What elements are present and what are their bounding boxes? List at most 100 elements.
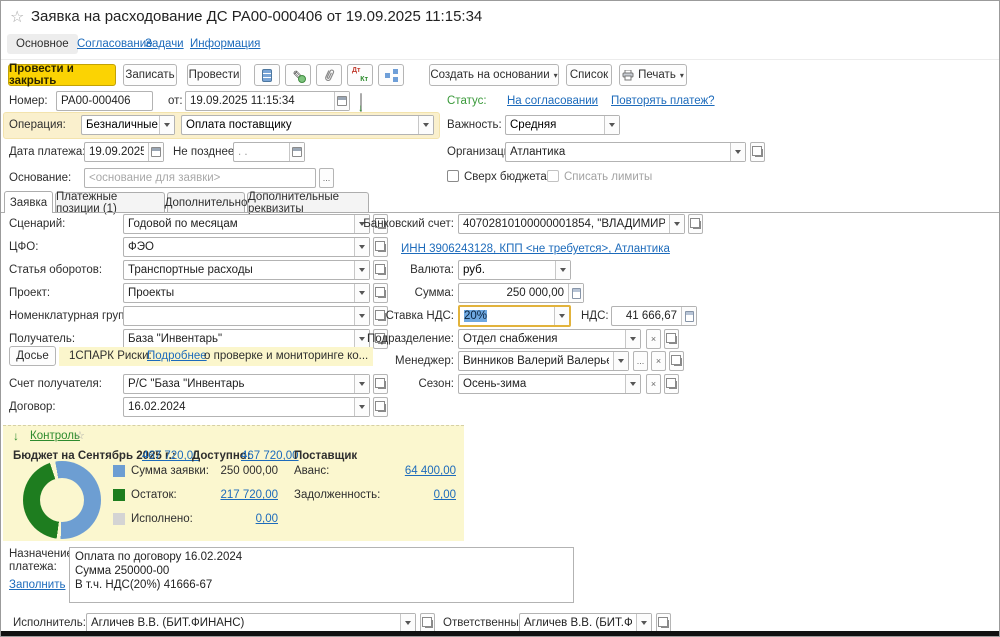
executor-input[interactable]	[87, 617, 400, 629]
payment-date-input[interactable]	[85, 146, 148, 158]
dropdown-button[interactable]	[354, 238, 369, 256]
open-responsible-button[interactable]	[656, 613, 671, 633]
responsible-field[interactable]	[519, 613, 652, 633]
fill-purpose-link[interactable]: Заполнить	[9, 579, 65, 591]
document-register-button[interactable]	[254, 64, 280, 86]
datetime-field[interactable]	[185, 91, 350, 111]
post-and-close-button[interactable]: Провести и закрыть	[8, 64, 116, 86]
project-input[interactable]	[124, 287, 354, 299]
legend-value-remainder-link[interactable]: 217 720,00	[181, 489, 278, 501]
debt-value-link[interactable]: 0,00	[361, 489, 456, 501]
dossier-button[interactable]: Досье	[9, 346, 56, 366]
open-manager-button[interactable]	[669, 351, 684, 371]
operation-kind-field[interactable]: Оплата поставщику	[181, 115, 434, 135]
dropdown-button[interactable]	[625, 330, 640, 348]
tab-request[interactable]: Заявка	[4, 191, 53, 213]
legend-value-executed-link[interactable]: 0,00	[181, 513, 278, 525]
recipient-input[interactable]	[124, 333, 354, 345]
tab-additional[interactable]: Дополнительно	[167, 192, 245, 213]
nav-tab-tasks[interactable]: Задачи	[145, 38, 184, 50]
bank-account-input[interactable]	[459, 218, 669, 230]
budget-value-link[interactable]: 467 720,00	[142, 450, 200, 462]
dropdown-button[interactable]	[555, 261, 570, 279]
scenario-field[interactable]	[123, 214, 370, 234]
calendar-button[interactable]	[289, 143, 304, 161]
operation-type-field[interactable]: Безналичные	[81, 115, 175, 135]
recipient-field[interactable]	[123, 329, 370, 349]
dropdown-button[interactable]	[418, 116, 433, 134]
inn-kpp-link[interactable]: ИНН 3906243128, КПП <не требуется>, Атла…	[401, 243, 670, 255]
turnover-item-field[interactable]	[123, 260, 370, 280]
save-button[interactable]: Записать	[123, 64, 177, 86]
dropdown-button[interactable]	[554, 307, 569, 325]
recipient-account-field[interactable]	[123, 374, 370, 394]
dropdown-button[interactable]	[400, 614, 415, 632]
cfo-input[interactable]	[124, 241, 354, 253]
nav-tab-main[interactable]: Основное	[7, 34, 78, 54]
purpose-textarea[interactable]: Оплата по договору 16.02.2024 Сумма 2500…	[69, 547, 574, 603]
calendar-button[interactable]	[334, 92, 349, 110]
open-bank-account-button[interactable]	[688, 214, 703, 234]
basis-select-button[interactable]: ...	[319, 168, 334, 188]
open-department-button[interactable]	[664, 329, 679, 349]
turnover-item-input[interactable]	[124, 264, 354, 276]
over-budget-checkbox[interactable]	[447, 170, 459, 182]
contract-field[interactable]	[123, 397, 370, 417]
manager-input[interactable]	[459, 355, 613, 367]
calculator-button[interactable]	[568, 284, 583, 302]
clear-manager-button[interactable]: ×	[651, 351, 666, 371]
control-pin-star-icon[interactable]: ☆	[75, 429, 85, 442]
organization-field[interactable]	[505, 142, 746, 162]
not-later-input[interactable]	[234, 146, 289, 158]
clear-department-button[interactable]: ×	[646, 329, 661, 349]
dt-kt-postings-button[interactable]: Дт Кт	[347, 64, 373, 86]
dropdown-button[interactable]	[625, 375, 640, 393]
number-input[interactable]	[57, 95, 152, 107]
nomenclature-group-input[interactable]	[124, 310, 354, 322]
nomenclature-group-field[interactable]	[123, 306, 370, 326]
control-link[interactable]: Контроль	[30, 430, 80, 442]
favorite-star-icon[interactable]: ☆	[10, 7, 24, 27]
collapse-arrow-icon[interactable]: ↓	[13, 429, 19, 443]
spark-more-link[interactable]: Подробнее	[147, 350, 207, 362]
dropdown-button[interactable]	[613, 352, 628, 370]
scenario-input[interactable]	[124, 218, 354, 230]
vat-rate-field[interactable]: 20%	[458, 305, 571, 327]
dropdown-button[interactable]	[354, 398, 369, 416]
create-based-on-button[interactable]: Создать на основании ▾	[429, 64, 559, 86]
dropdown-button[interactable]	[730, 143, 745, 161]
list-button[interactable]: Список	[566, 64, 612, 86]
post-button[interactable]: Провести	[187, 64, 241, 86]
organization-input[interactable]	[506, 146, 730, 158]
datetime-input[interactable]	[186, 95, 334, 107]
open-organization-button[interactable]	[750, 142, 765, 162]
status-link[interactable]: На согласовании	[507, 95, 598, 107]
tab-payment-positions[interactable]: Платежные позиции (1)	[55, 192, 165, 213]
calendar-button[interactable]	[148, 143, 163, 161]
open-season-button[interactable]	[664, 374, 679, 394]
open-contract-button[interactable]	[373, 397, 388, 417]
nav-tab-info[interactable]: Информация	[190, 38, 260, 50]
clear-season-button[interactable]: ×	[646, 374, 661, 394]
nav-tab-approval[interactable]: Согласование	[77, 38, 153, 50]
print-button[interactable]: Печать ▾	[619, 64, 687, 86]
department-field[interactable]	[458, 329, 641, 349]
department-input[interactable]	[459, 333, 625, 345]
dropdown-button[interactable]	[159, 116, 174, 134]
importance-field[interactable]: Средняя	[505, 115, 620, 135]
not-later-field[interactable]	[233, 142, 305, 162]
season-input[interactable]	[459, 378, 625, 390]
manager-field[interactable]	[458, 351, 629, 371]
executor-field[interactable]	[86, 613, 416, 633]
available-value-link[interactable]: 467 720,00	[241, 450, 299, 462]
dropdown-button[interactable]	[604, 116, 619, 134]
dropdown-button[interactable]	[669, 215, 684, 233]
advance-value-link[interactable]: 64 400,00	[361, 465, 456, 477]
open-executor-button[interactable]	[420, 613, 435, 633]
open-cfo-button[interactable]	[373, 237, 388, 257]
amount-field[interactable]	[458, 283, 584, 303]
contract-input[interactable]	[124, 401, 354, 413]
vat-field[interactable]	[611, 306, 697, 326]
enter-based-on-icon[interactable]: ↓	[360, 93, 362, 112]
number-field[interactable]	[56, 91, 153, 111]
